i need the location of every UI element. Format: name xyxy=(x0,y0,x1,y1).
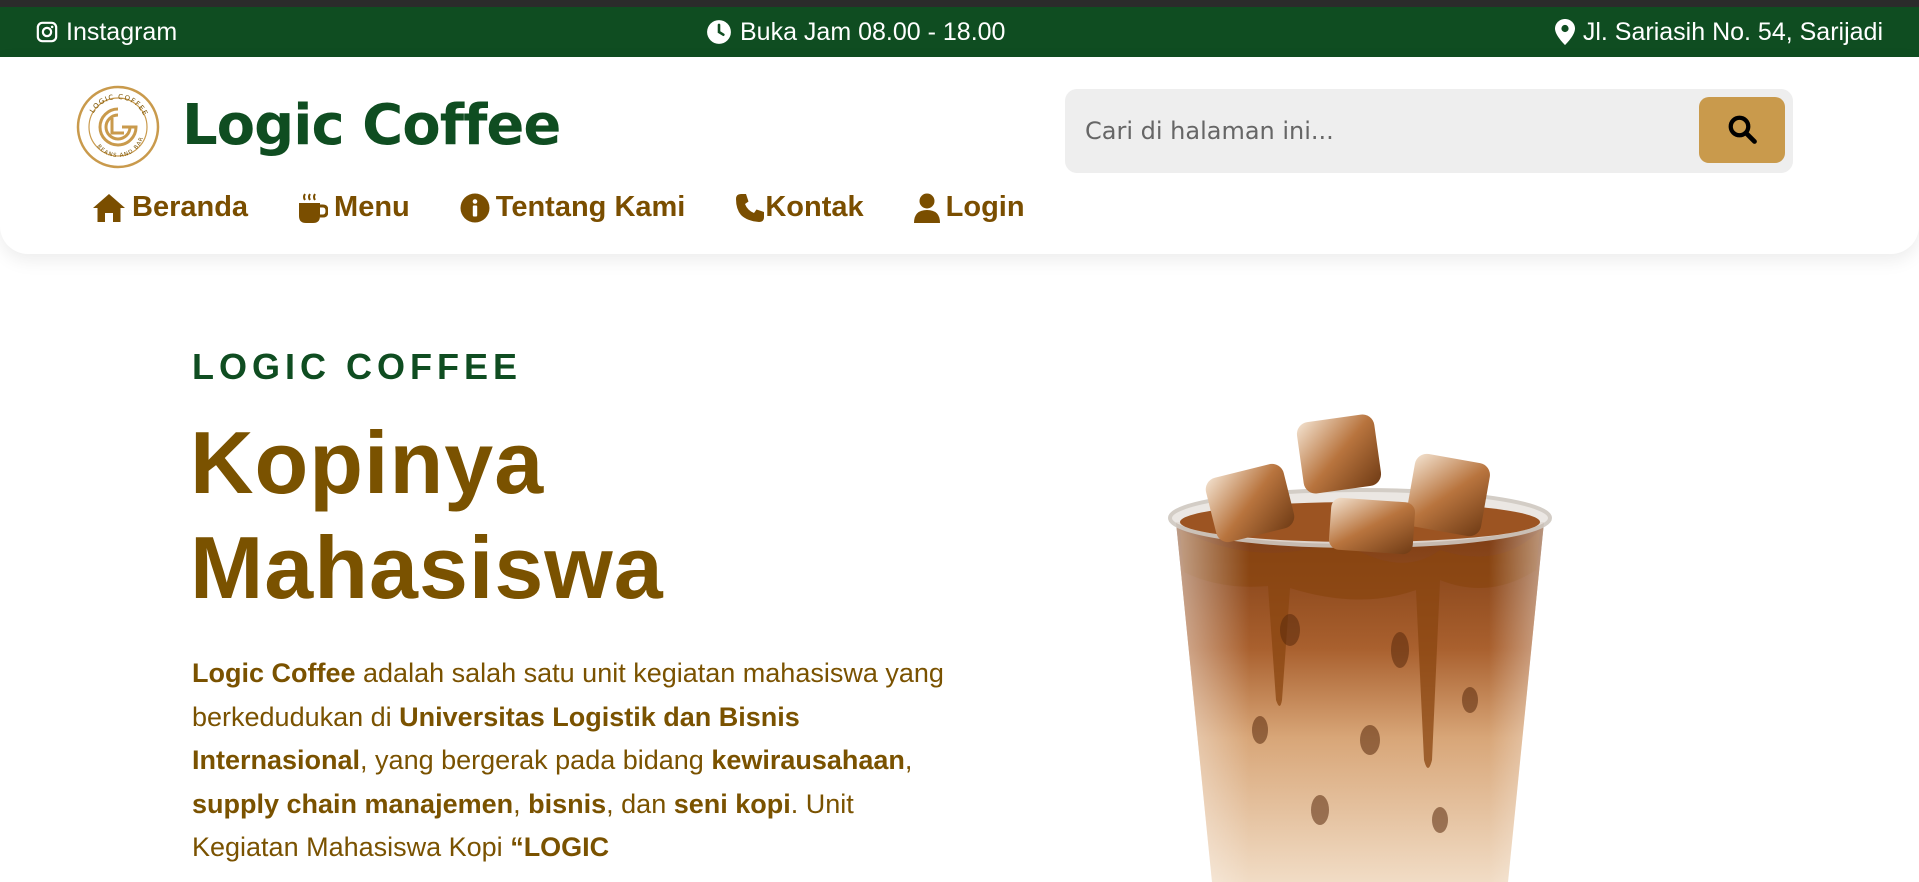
nav-login[interactable]: Login xyxy=(913,191,1025,224)
nav-label: Beranda xyxy=(132,191,249,223)
info-icon xyxy=(460,193,490,223)
user-icon xyxy=(913,193,940,223)
opening-hours: Buka Jam 08.00 - 18.00 xyxy=(706,18,1005,47)
site-header: LOGIC COFFEE BEANS AND BAR Logic Coffee … xyxy=(0,57,1919,254)
address-label: Jl. Sariasih No. 54, Sarijadi xyxy=(1582,17,1883,46)
home-icon xyxy=(92,193,126,223)
instagram-icon xyxy=(36,21,58,43)
text: , dan xyxy=(606,788,674,819)
text-bold: “LOGIC xyxy=(510,832,610,862)
text-bold: bisnis xyxy=(528,788,607,819)
nav-kontak[interactable]: Kontak xyxy=(735,191,864,224)
phone-icon xyxy=(735,193,765,223)
hours-label: Buka Jam 08.00 - 18.00 xyxy=(740,17,1006,46)
brand-name[interactable]: Logic Coffee xyxy=(182,95,561,157)
nav-label: Kontak xyxy=(765,191,864,223)
instagram-link[interactable]: Instagram xyxy=(36,18,177,47)
text-bold: kewirausahaan xyxy=(711,745,905,775)
text-bold: seni kopi xyxy=(673,788,791,819)
nav-label: Menu xyxy=(334,191,410,223)
mug-icon xyxy=(298,192,329,224)
instagram-label: Instagram xyxy=(66,17,178,46)
nav-label: Tentang Kami xyxy=(495,191,686,223)
text-bold: Logic Coffee xyxy=(192,658,356,688)
clock-icon xyxy=(706,19,732,45)
main-nav: Beranda Menu Tentang Kami Kontak Login xyxy=(92,191,1025,224)
iced-coffee-image xyxy=(1140,400,1580,882)
nav-tentang-kami[interactable]: Tentang Kami xyxy=(460,191,686,224)
hero-eyebrow: LOGIC COFFEE xyxy=(192,346,522,387)
headline-line-1: Kopinya xyxy=(190,413,545,512)
address: Jl. Sariasih No. 54, Sarijadi xyxy=(1554,17,1883,47)
nav-beranda[interactable]: Beranda xyxy=(92,191,248,224)
search-button[interactable] xyxy=(1699,97,1785,163)
text: , yang bergerak pada bidang xyxy=(360,745,712,775)
text: , xyxy=(513,788,529,819)
hero-headline: Kopinya Mahasiswa xyxy=(190,410,890,620)
search-icon xyxy=(1727,114,1757,147)
text: , xyxy=(904,745,913,775)
text-bold: supply chain manajemen xyxy=(192,788,514,819)
logic-coffee-logo[interactable]: LOGIC COFFEE BEANS AND BAR xyxy=(76,85,160,169)
map-pin-icon xyxy=(1554,19,1575,45)
headline-line-2: Mahasiswa xyxy=(190,518,664,617)
search-input[interactable] xyxy=(1065,89,1685,173)
nav-menu[interactable]: Menu xyxy=(298,191,410,224)
hero-description: Logic Coffee adalah salah satu unit kegi… xyxy=(192,652,952,870)
search-box xyxy=(1065,89,1793,173)
top-info-bar: Instagram Buka Jam 08.00 - 18.00 Jl. Sar… xyxy=(0,7,1919,57)
browser-edge xyxy=(0,0,1919,7)
nav-label: Login xyxy=(945,191,1025,223)
